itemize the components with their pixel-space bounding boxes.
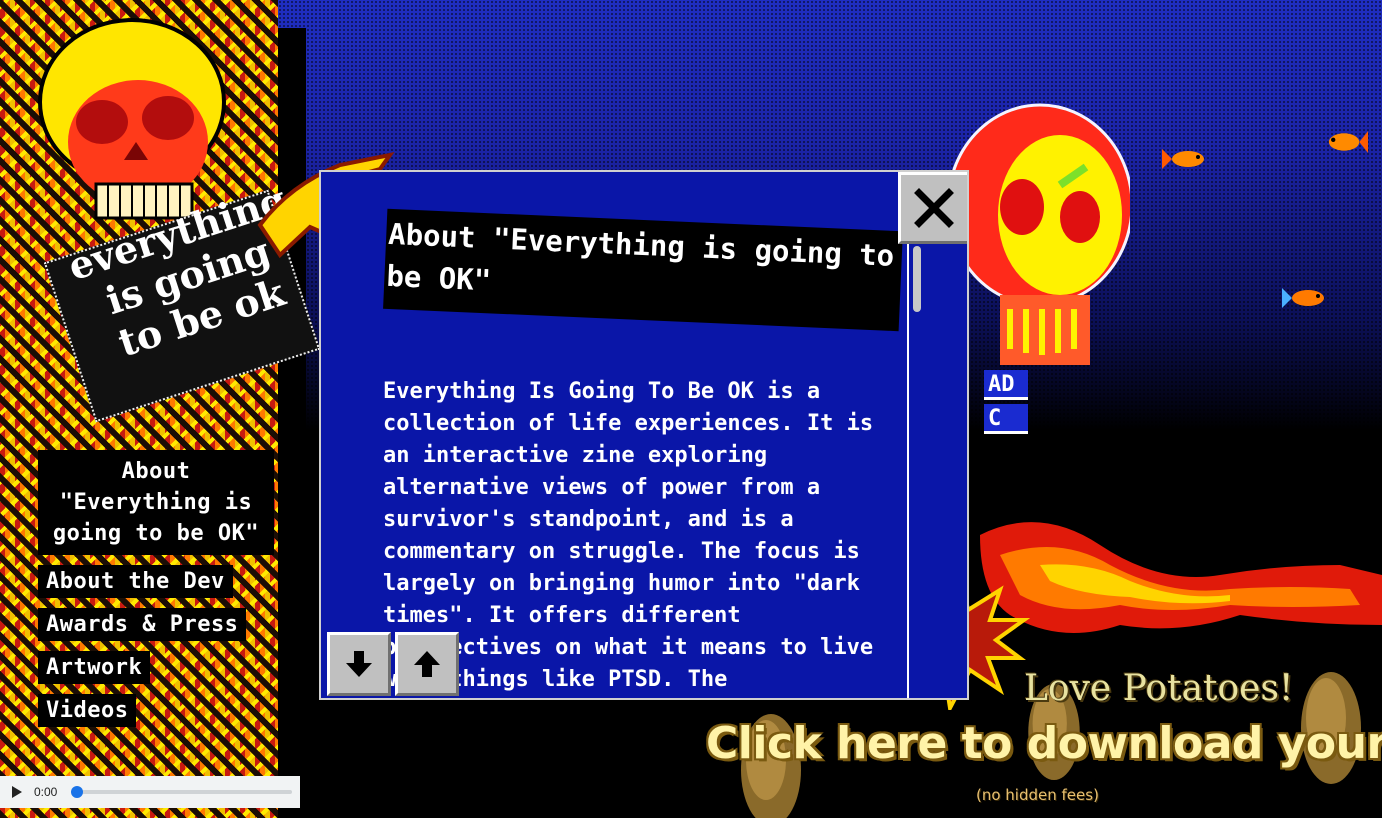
nav-item-artwork[interactable]: Artwork — [38, 651, 151, 684]
nav-item-videos[interactable]: Videos — [38, 694, 137, 727]
nav-item-about-game[interactable]: About "Everything is going to be OK" — [38, 450, 274, 555]
close-x-icon — [914, 188, 954, 228]
goldfish-icon — [1328, 131, 1368, 153]
goldfish-icon — [1282, 288, 1324, 308]
arrow-up-icon — [414, 651, 440, 677]
nav-item-awards-press[interactable]: Awards & Press — [38, 608, 247, 641]
dialog-title: About "Everything is going to be OK" — [383, 208, 903, 332]
ad-fine-print: (no hidden fees) — [976, 786, 1099, 804]
background-window-text-2: C — [984, 404, 1028, 434]
audio-seek-bar[interactable] — [71, 786, 292, 798]
arrow-down-icon — [346, 651, 372, 677]
audio-seek-knob[interactable] — [71, 786, 84, 798]
flaming-body-image — [980, 522, 1382, 633]
dialog-scroll-thumb[interactable] — [913, 246, 921, 312]
play-icon[interactable] — [8, 784, 24, 800]
background-window-text-1: AD — [984, 370, 1028, 400]
dialog-scrollbar[interactable] — [907, 244, 925, 698]
ad-download-link[interactable]: Click here to download yours! — [706, 718, 1382, 769]
close-button[interactable] — [898, 172, 967, 244]
background-window-fragment: AD C — [984, 370, 1028, 440]
audio-player: 0:00 — [0, 776, 300, 808]
left-dark-edge — [278, 28, 306, 728]
dialog-body-text: Everything Is Going To Be OK is a collec… — [383, 379, 874, 692]
goldfish-icon — [1162, 149, 1204, 169]
main-navigation: About "Everything is going to be OK" Abo… — [38, 450, 278, 737]
scroll-up-button[interactable] — [395, 632, 459, 696]
scroll-down-button[interactable] — [327, 632, 391, 696]
about-dialog-window: About "Everything is going to be OK" Eve… — [319, 170, 969, 700]
ad-love-potatoes-text: Love Potatoes! — [1024, 668, 1294, 709]
nav-item-about-dev[interactable]: About the Dev — [38, 565, 233, 598]
audio-time: 0:00 — [34, 785, 58, 799]
